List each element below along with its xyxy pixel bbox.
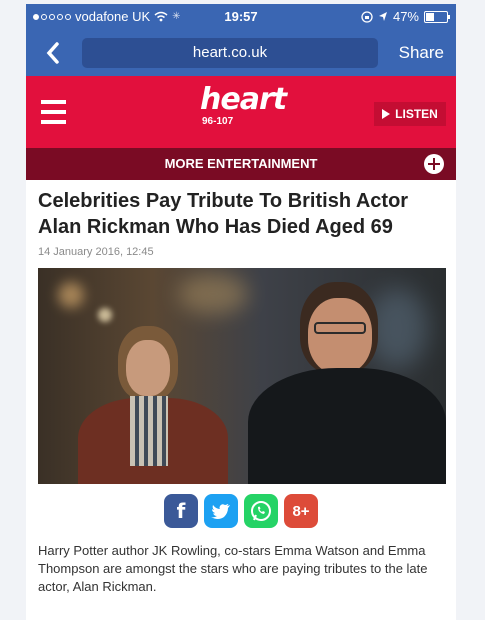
heart-logo[interactable]: heart 96-107 [200,82,287,128]
twitter-icon[interactable] [204,494,238,528]
logo-word: heart [200,82,287,117]
phone-bubble-icon [251,501,271,521]
phone-screen: vodafone UK ✳ 19:57 47% heart.co.uk Shar… [26,4,456,620]
share-icons: f 8+ [26,494,456,528]
article-summary: Harry Potter author JK Rowling, co-stars… [38,543,428,594]
listen-button[interactable]: LISTEN [374,102,446,126]
hamburger-icon[interactable] [41,100,66,130]
location-icon [378,12,387,21]
battery-percent: 47% [392,9,419,24]
whatsapp-icon[interactable] [244,494,278,528]
section-label: MORE ENTERTAINMENT [164,156,318,171]
more-entertainment-bar[interactable]: MORE ENTERTAINMENT [26,148,456,180]
url-field[interactable]: heart.co.uk [82,38,378,68]
play-icon [382,109,391,119]
facebook-icon[interactable]: f [164,494,198,528]
chevron-left-icon[interactable] [42,39,66,67]
facebook-glyph: f [176,499,186,523]
google-plus-glyph: 8+ [292,502,310,520]
google-plus-icon[interactable]: 8+ [284,494,318,528]
bird-icon [211,504,230,519]
article-date: 14 January 2016, 12:45 [38,246,154,258]
browser-bar: heart.co.uk Share [26,30,456,76]
status-bar: vodafone UK ✳ 19:57 47% [26,4,456,30]
article-headline: Celebrities Pay Tribute To British Actor… [38,190,409,238]
lock-rotation-icon [361,10,373,23]
site-header: heart 96-107 LISTEN [26,76,456,148]
share-button[interactable]: Share [399,43,444,63]
listen-label: LISTEN [395,107,438,121]
article-photo [38,268,446,484]
plus-icon[interactable] [424,154,444,174]
logo-frequency: 96-107 [202,116,234,127]
battery-icon [424,10,450,23]
